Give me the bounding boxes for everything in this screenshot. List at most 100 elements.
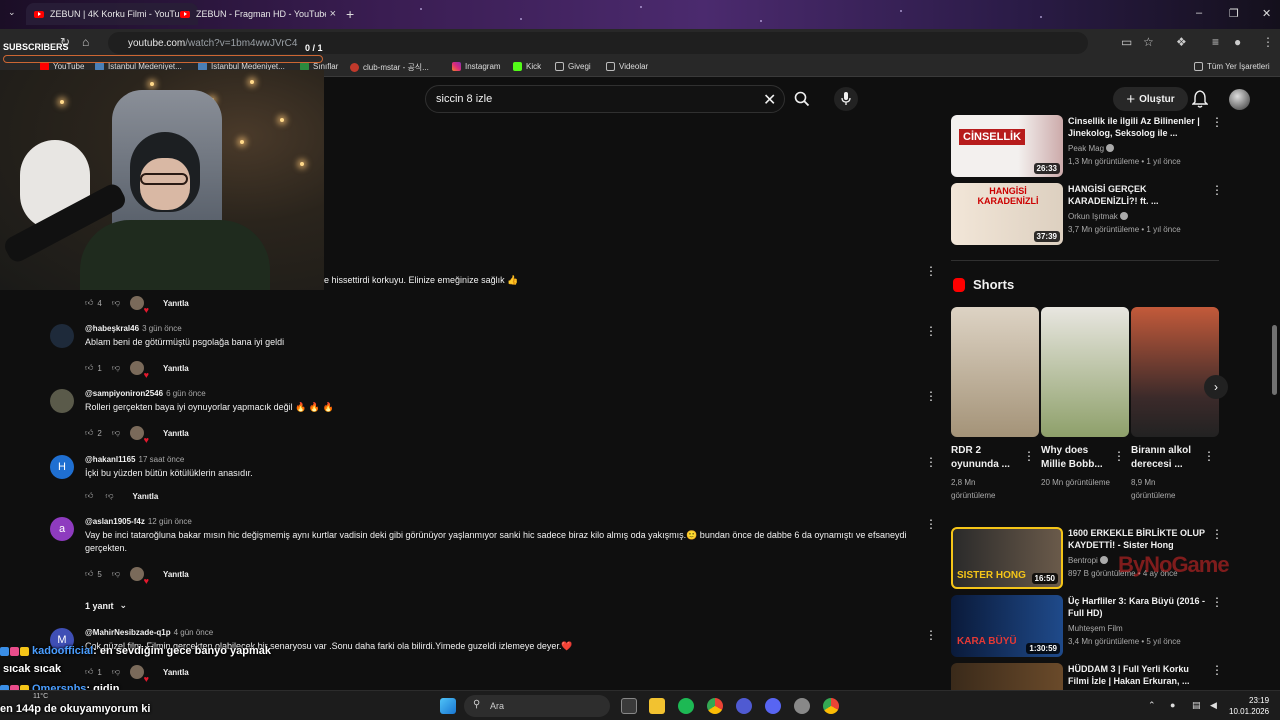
- short-thumbnail[interactable]: [951, 307, 1039, 437]
- bookmark-instagram[interactable]: Instagram: [452, 62, 501, 71]
- comment-menu-icon[interactable]: ⋮: [925, 517, 937, 531]
- notifications-bell-icon[interactable]: [1192, 90, 1208, 108]
- channel-name[interactable]: Muhteşem Film: [1068, 624, 1123, 633]
- search-button[interactable]: [786, 85, 818, 113]
- like-button[interactable]: 👍︎ 1: [85, 667, 102, 677]
- short-thumbnail[interactable]: [1131, 307, 1219, 437]
- video-title[interactable]: 1600 ERKEKLE BİRLİKTE OLUP KAYDETTİ! - S…: [1068, 527, 1208, 551]
- reply-button[interactable]: Yanıtla: [163, 668, 189, 677]
- new-tab-icon[interactable]: +: [346, 6, 354, 22]
- channel-name[interactable]: Peak Mag: [1068, 144, 1115, 153]
- short-menu-icon[interactable]: ⋮: [1023, 449, 1035, 463]
- video-thumbnail[interactable]: CİNSELLİK 26:33: [951, 115, 1063, 177]
- home-icon[interactable]: ⌂: [82, 35, 89, 49]
- comment-author[interactable]: @hakanl1165: [85, 455, 136, 464]
- restore-icon[interactable]: ❐: [1229, 7, 1239, 20]
- close-tab-icon[interactable]: ×: [330, 8, 336, 20]
- spotify-icon[interactable]: [678, 698, 694, 714]
- dislike-button[interactable]: 👎︎: [112, 667, 120, 677]
- create-button[interactable]: + Oluştur: [1113, 87, 1188, 111]
- comment-author[interactable]: @sampiyoniron2546: [85, 389, 163, 398]
- url-field[interactable]: youtube.com/watch?v=1bm4wwJVrC4: [108, 32, 1088, 54]
- dislike-button[interactable]: 👎︎: [112, 298, 120, 308]
- dislike-button[interactable]: 👎︎: [112, 363, 120, 373]
- wifi-icon[interactable]: ▤: [1192, 700, 1201, 711]
- commenter-avatar[interactable]: [50, 324, 74, 348]
- video-menu-icon[interactable]: ⋮: [1211, 115, 1223, 129]
- comment-time[interactable]: 12 gün önce: [148, 517, 192, 526]
- bookmark-star-icon[interactable]: ☆: [1143, 35, 1154, 49]
- dislike-button[interactable]: 👎︎: [112, 569, 120, 579]
- clock[interactable]: 23:19 10.01.2026: [1229, 695, 1269, 717]
- short-item[interactable]: RDR 2 oyununda ... 2,8 Mn görüntüleme ⋮: [951, 307, 1039, 502]
- comment-time[interactable]: 6 gün önce: [166, 389, 206, 398]
- video-menu-icon[interactable]: ⋮: [1211, 663, 1219, 677]
- short-menu-icon[interactable]: ⋮: [1203, 449, 1215, 463]
- video-menu-icon[interactable]: ⋮: [1211, 183, 1223, 197]
- comment-author[interactable]: @habeşkral46: [85, 324, 139, 333]
- settings-app-icon[interactable]: [736, 698, 752, 714]
- start-menu-icon[interactable]: [440, 698, 456, 714]
- like-button[interactable]: 👍︎ 5: [85, 569, 102, 579]
- video-title[interactable]: Üç Harfliler 3: Kara Büyü (2016 - Full H…: [1068, 595, 1208, 619]
- short-menu-icon[interactable]: ⋮: [1113, 449, 1125, 463]
- video-menu-icon[interactable]: ⋮: [1211, 527, 1223, 541]
- bookmark-kick[interactable]: Kick: [513, 62, 541, 71]
- taskbar-search[interactable]: ⚲ Ara: [464, 695, 610, 717]
- account-avatar[interactable]: [1229, 89, 1250, 110]
- short-item[interactable]: Biranın alkol derecesi ... 8,9 Mn görünt…: [1131, 307, 1219, 502]
- like-button[interactable]: 👍︎ 4: [85, 298, 102, 308]
- related-video[interactable]: KARA BÜYÜ 1:30:59 Üç Harfliler 3: Kara B…: [951, 595, 1223, 657]
- chrome-icon[interactable]: [707, 698, 723, 714]
- comment-time[interactable]: 4 gün önce: [174, 628, 214, 637]
- short-title[interactable]: Why does Millie Bobb...: [1041, 444, 1111, 472]
- short-thumbnail[interactable]: [1041, 307, 1129, 437]
- chrome-profile-icon[interactable]: [823, 698, 839, 714]
- bookmark-videolar[interactable]: Videolar: [606, 62, 648, 71]
- related-video[interactable]: HANGİSİ KARADENİZLİ 37:39 HANGİSİ GERÇEK…: [951, 183, 1223, 245]
- tab-zebun-fragman[interactable]: ZEBUN - Fragman HD - YouTube ×: [172, 3, 344, 25]
- commenter-avatar[interactable]: [50, 389, 74, 413]
- video-title[interactable]: HÜDDAM 3 | Full Yerli Korku Filmi İzle |…: [1068, 663, 1208, 687]
- short-title[interactable]: RDR 2 oyununda ...: [951, 444, 1021, 472]
- microphone-tray-icon[interactable]: ●: [1170, 700, 1175, 710]
- comment-menu-icon[interactable]: ⋮: [925, 389, 937, 403]
- dislike-button[interactable]: 👎︎: [112, 428, 120, 438]
- video-thumbnail[interactable]: HANGİSİ KARADENİZLİ 37:39: [951, 183, 1063, 245]
- video-thumbnail[interactable]: [951, 663, 1063, 690]
- commenter-avatar[interactable]: H: [50, 455, 74, 479]
- comment-time[interactable]: 3 gün önce: [142, 324, 182, 333]
- reading-list-icon[interactable]: ≡: [1212, 35, 1219, 49]
- like-button[interactable]: 👍︎ 2: [85, 428, 102, 438]
- show-replies-button[interactable]: 1 yanıt ⌄: [85, 600, 127, 611]
- extensions-icon[interactable]: ❖: [1176, 35, 1187, 49]
- comment-time[interactable]: 17 saat önce: [139, 455, 185, 464]
- reply-button[interactable]: Yanıtla: [163, 299, 189, 308]
- cast-icon[interactable]: ▭: [1121, 35, 1132, 49]
- video-thumbnail[interactable]: SISTER HONG 16:50: [951, 527, 1063, 589]
- related-video[interactable]: HÜDDAM 3 | Full Yerli Korku Filmi İzle |…: [951, 663, 1219, 690]
- video-title[interactable]: Cinsellik ile ilgili Az Bilinenler | Jin…: [1068, 115, 1208, 139]
- comment-menu-icon[interactable]: ⋮: [925, 628, 937, 642]
- short-title[interactable]: Biranın alkol derecesi ...: [1131, 444, 1201, 472]
- search-input[interactable]: siccin 8 izle: [425, 85, 785, 113]
- file-explorer-icon[interactable]: [649, 698, 665, 714]
- channel-name[interactable]: Bentropi: [1068, 556, 1108, 565]
- voice-search-button[interactable]: [834, 87, 858, 111]
- obs-icon[interactable]: [794, 698, 810, 714]
- dislike-button[interactable]: 👎︎: [105, 491, 113, 501]
- shorts-next-button[interactable]: ›: [1204, 375, 1228, 399]
- tray-chevron-up-icon[interactable]: ⌃: [1148, 700, 1156, 711]
- short-item[interactable]: Why does Millie Bobb... 20 Mn görüntülem…: [1041, 307, 1129, 489]
- comment-author[interactable]: @MahirNesibzade-q1p: [85, 628, 171, 637]
- related-video[interactable]: CİNSELLİK 26:33 Cinsellik ile ilgili Az …: [951, 115, 1223, 177]
- comment-author[interactable]: @aslan1905-f4z: [85, 517, 145, 526]
- video-menu-icon[interactable]: ⋮: [1211, 595, 1223, 609]
- clear-search-icon[interactable]: ✕: [763, 90, 776, 110]
- bookmark-club-mstar[interactable]: club-mstar - 공식...: [350, 62, 429, 73]
- browser-menu-icon[interactable]: ⋮: [1262, 35, 1274, 49]
- bookmark-givegi[interactable]: Givegi: [555, 62, 591, 71]
- video-title[interactable]: HANGİSİ GERÇEK KARADENİZLİ?! ft. ...: [1068, 183, 1208, 207]
- task-view-icon[interactable]: [621, 698, 637, 714]
- profile-icon[interactable]: ●: [1234, 35, 1241, 49]
